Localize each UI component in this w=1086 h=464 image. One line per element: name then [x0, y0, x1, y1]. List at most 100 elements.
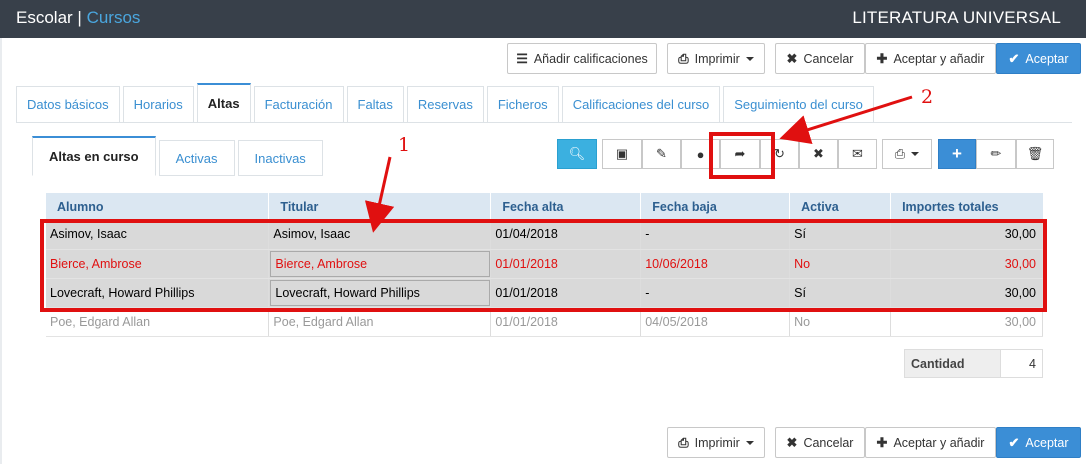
- annotation-label-1: 1: [398, 134, 411, 156]
- tab-reservas[interactable]: Reservas: [406, 86, 484, 122]
- cancel-button[interactable]: ✖ Cancelar: [775, 43, 865, 74]
- cell-fecha-baja: -: [640, 278, 791, 308]
- tab-calificaciones[interactable]: Calificaciones del curso: [561, 86, 721, 122]
- print-dropdown-button[interactable]: ⎙ Imprimir: [667, 43, 765, 74]
- col-fecha-baja[interactable]: Fecha baja: [640, 193, 791, 220]
- course-title: LITERATURA UNIVERSAL: [852, 8, 1061, 27]
- tab-ficheros[interactable]: Ficheros: [486, 86, 559, 122]
- billing-button[interactable]: ▣: [602, 139, 642, 169]
- cell-titular: Poe, Edgard Allan: [268, 307, 492, 337]
- app-name: Escolar: [16, 8, 73, 27]
- remove-button[interactable]: ✖: [799, 139, 838, 169]
- refresh-button[interactable]: ↻: [760, 139, 799, 169]
- tab-faltas[interactable]: Faltas: [346, 86, 404, 122]
- cell-alumno: Lovecraft, Howard Phillips: [46, 278, 270, 308]
- trash-icon: 🗑︎: [1026, 146, 1044, 161]
- cell-activa: Sí: [789, 220, 892, 250]
- print-dropdown-button-bottom[interactable]: ⎙ Imprimir: [667, 427, 765, 458]
- accept-and-add-button-bottom[interactable]: ✚ Aceptar y añadir: [865, 427, 996, 458]
- col-alumno[interactable]: Alumno: [46, 193, 270, 220]
- edit-record-button[interactable]: ✎: [642, 139, 681, 169]
- plus-icon: ✚: [876, 434, 888, 450]
- check-icon: ✔: [1008, 434, 1020, 450]
- print-options-button[interactable]: ⎙: [882, 139, 932, 169]
- tab-altas[interactable]: Altas: [196, 83, 251, 122]
- add-button[interactable]: +: [938, 139, 976, 169]
- subtab-activas[interactable]: Activas: [158, 140, 235, 176]
- user-icon: ●: [696, 146, 705, 162]
- refresh-icon: ↻: [774, 146, 785, 161]
- accept-and-add-button[interactable]: ✚ Aceptar y añadir: [865, 43, 996, 74]
- app-brand[interactable]: Escolar | Cursos: [16, 8, 140, 28]
- search-button[interactable]: 🔍︎: [557, 139, 597, 169]
- list-icon: ☰: [516, 50, 528, 66]
- plus-icon: +: [952, 144, 962, 163]
- caret-down-icon: [745, 56, 754, 61]
- check-icon: ✔: [1008, 50, 1020, 66]
- envelope-icon: ✉: [852, 146, 863, 161]
- printer-icon: ⎙: [678, 50, 689, 66]
- table-row[interactable]: Bierce, Ambrose Bierce, Ambrose 01/01/20…: [46, 249, 1043, 279]
- main-tabs: Datos básicos Horarios Altas Facturación…: [16, 83, 877, 122]
- printer-icon: ⎙: [678, 434, 689, 450]
- caret-down-icon: [911, 152, 920, 156]
- tab-facturacion[interactable]: Facturación: [253, 86, 344, 122]
- cell-importe: 30,00: [890, 220, 1043, 250]
- cell-alumno: Asimov, Isaac: [46, 220, 270, 250]
- cell-importe: 30,00: [890, 307, 1043, 337]
- cell-titular: Asimov, Isaac: [268, 220, 492, 250]
- close-icon: ✖: [786, 50, 798, 66]
- cell-alumno: Bierce, Ambrose: [46, 249, 270, 279]
- cell-fecha-baja: -: [640, 220, 791, 250]
- cell-fecha-baja: 04/05/2018: [640, 307, 791, 337]
- tab-datos-basicos[interactable]: Datos básicos: [16, 86, 120, 122]
- pencil-icon: ✏: [990, 146, 1002, 161]
- section-name: Cursos: [86, 8, 141, 27]
- accept-button[interactable]: ✔ Aceptar: [996, 43, 1081, 74]
- tab-horarios[interactable]: Horarios: [122, 86, 194, 122]
- annotation-label-2: 2: [921, 86, 934, 108]
- cell-fecha-alta: 01/01/2018: [490, 249, 642, 279]
- cancel-button-bottom[interactable]: ✖ Cancelar: [775, 427, 865, 458]
- printer-icon: ⎙: [894, 146, 906, 161]
- col-titular[interactable]: Titular: [268, 193, 492, 220]
- count-value: 4: [1029, 356, 1036, 371]
- student-button[interactable]: ●: [681, 139, 720, 169]
- subtab-altas-en-curso[interactable]: Altas en curso: [32, 136, 156, 176]
- table-row[interactable]: Asimov, Isaac Asimov, Isaac 01/04/2018 -…: [46, 220, 1043, 250]
- edit-button[interactable]: ✏: [976, 139, 1016, 169]
- plus-icon: ✚: [876, 50, 888, 66]
- edit-square-icon: ✎: [656, 146, 667, 161]
- email-button[interactable]: ✉: [838, 139, 877, 169]
- caret-down-icon: [745, 440, 754, 445]
- top-bar: Escolar | Cursos LITERATURA UNIVERSAL: [0, 0, 1086, 38]
- accept-button-bottom[interactable]: ✔ Aceptar: [996, 427, 1081, 458]
- cell-titular: Bierce, Ambrose: [268, 249, 492, 279]
- cell-fecha-alta: 01/01/2018: [490, 307, 642, 337]
- col-activa[interactable]: Activa: [789, 193, 892, 220]
- add-grades-button[interactable]: ☰ Añadir calificaciones: [507, 43, 657, 74]
- cell-fecha-alta: 01/01/2018: [490, 278, 642, 308]
- cell-fecha-alta: 01/04/2018: [490, 220, 642, 250]
- search-icon: 🔍︎: [568, 146, 586, 161]
- table-row[interactable]: Lovecraft, Howard Phillips Lovecraft, Ho…: [46, 278, 1043, 308]
- transfer-button[interactable]: ➦: [720, 139, 760, 169]
- col-importes[interactable]: Importes totales: [890, 193, 1043, 220]
- cell-activa: Sí: [789, 278, 892, 308]
- subtab-inactivas[interactable]: Inactivas: [237, 140, 323, 176]
- table-row[interactable]: Poe, Edgard Allan Poe, Edgard Allan 01/0…: [46, 307, 1043, 337]
- share-arrow-icon: ➦: [734, 146, 746, 161]
- close-icon: ✖: [786, 434, 798, 450]
- cell-activa: No: [789, 307, 892, 337]
- cell-activa: No: [789, 249, 892, 279]
- tab-seguimiento[interactable]: Seguimiento del curso: [723, 86, 874, 122]
- cell-titular: Lovecraft, Howard Phillips: [268, 278, 492, 308]
- count-summary: Cantidad 4: [904, 349, 1043, 378]
- enrollments-table: Alumno Titular Fecha alta Fecha baja Act…: [46, 193, 1043, 337]
- money-icon: ▣: [615, 146, 629, 161]
- delete-button[interactable]: 🗑︎: [1016, 139, 1054, 169]
- col-fecha-alta[interactable]: Fecha alta: [490, 193, 642, 220]
- close-icon: ✖: [813, 146, 824, 161]
- table-header: Alumno Titular Fecha alta Fecha baja Act…: [46, 193, 1043, 220]
- tab-divider: [16, 122, 1072, 123]
